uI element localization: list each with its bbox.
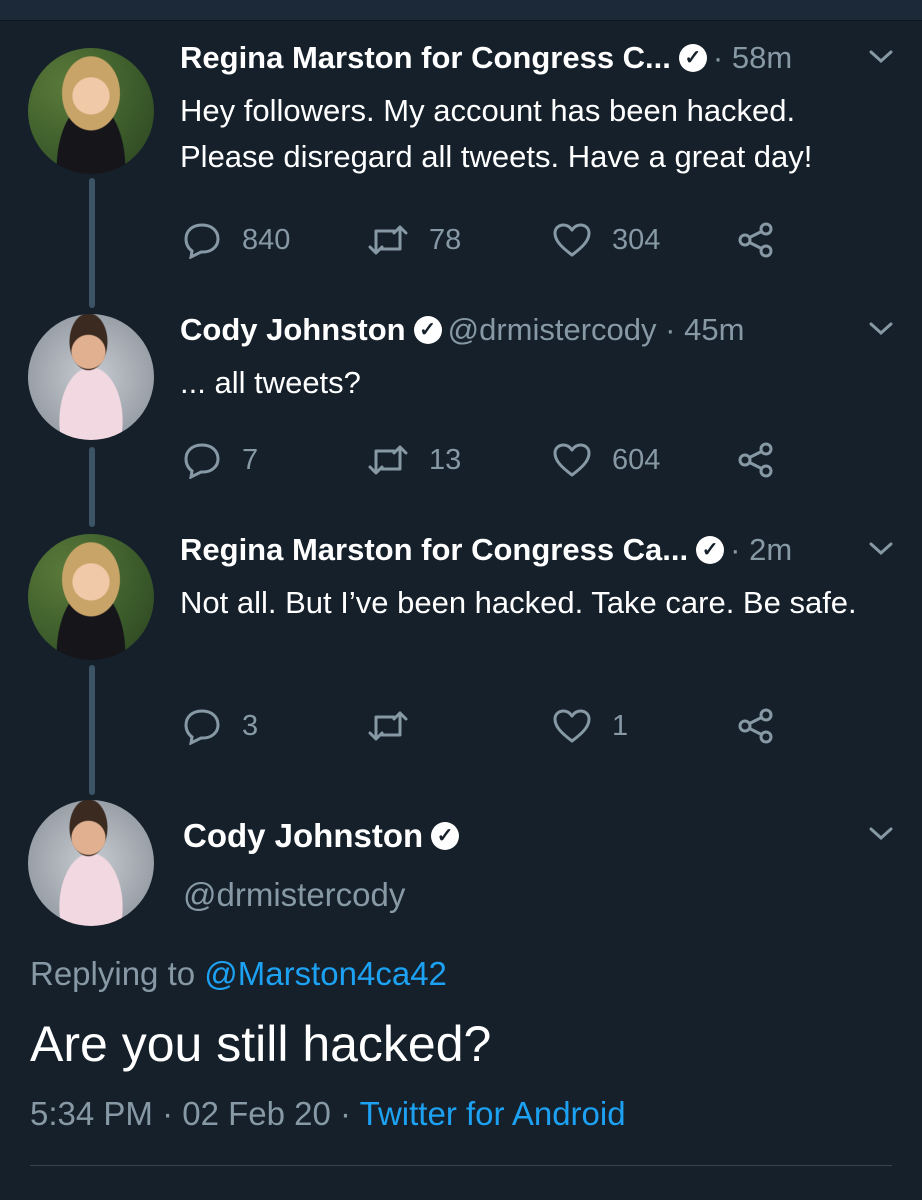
- retweet-button[interactable]: 13: [367, 440, 461, 480]
- like-icon: [553, 443, 591, 477]
- verified-icon: ✓: [678, 43, 707, 72]
- separator: ·: [730, 532, 741, 567]
- separator: ·: [665, 312, 676, 347]
- chevron-down-icon[interactable]: [868, 825, 894, 843]
- like-button[interactable]: 604: [552, 440, 660, 480]
- main-handle[interactable]: @drmistercody: [183, 876, 405, 914]
- verified-icon: ✓: [696, 535, 725, 564]
- retweet-button[interactable]: [367, 706, 429, 746]
- reply-icon: [184, 223, 220, 259]
- timestamp[interactable]: 2m: [749, 532, 792, 567]
- retweet-count: 78: [429, 223, 462, 256]
- share-icon: [738, 442, 773, 478]
- reply-count: 840: [242, 223, 291, 256]
- tweet-text: Hey followers. My account has been hacke…: [180, 93, 813, 174]
- tweet-actions: 7 13 604: [182, 440, 802, 480]
- like-count: 1: [612, 709, 629, 742]
- avatar[interactable]: [28, 48, 154, 174]
- like-count: 604: [612, 443, 661, 476]
- display-name[interactable]: Regina Marston for Congress C...: [180, 40, 671, 75]
- retweet-button[interactable]: 78: [367, 220, 461, 260]
- tweet[interactable]: Regina Marston for Congress Ca... ✓ · 2m N…: [0, 492, 922, 772]
- like-icon: [553, 223, 591, 257]
- tweet-actions: 3 1: [182, 706, 802, 746]
- chevron-down-icon[interactable]: [868, 540, 894, 558]
- avatar[interactable]: [28, 534, 154, 660]
- timestamp[interactable]: 58m: [732, 40, 792, 75]
- tweet-text: ... all tweets?: [180, 365, 361, 400]
- tweet-actions: 840 78 304: [182, 220, 802, 260]
- share-button[interactable]: [737, 706, 795, 746]
- reply-button[interactable]: 840: [182, 220, 290, 260]
- handle[interactable]: @drmistercody: [448, 312, 657, 347]
- tweet-header: Regina Marston for Congress C... ✓ · 58m: [180, 40, 792, 76]
- replying-to-link[interactable]: @Marston4ca42: [204, 955, 447, 992]
- display-name[interactable]: Regina Marston for Congress Ca...: [180, 532, 688, 567]
- timestamp[interactable]: 45m: [684, 312, 744, 347]
- tweet-header: Cody Johnston ✓ @drmistercody · 45m: [180, 312, 744, 348]
- reply-icon: [184, 443, 220, 479]
- share-button[interactable]: [737, 220, 795, 260]
- verified-icon: ✓: [431, 822, 460, 851]
- tweet-text: Not all. But I’ve been hacked. Take care…: [180, 585, 857, 620]
- avatar[interactable]: [28, 314, 154, 440]
- reply-button[interactable]: 3: [182, 706, 258, 746]
- display-name[interactable]: Cody Johnston: [183, 817, 423, 854]
- replying-to: Replying to @Marston4ca42: [30, 955, 447, 993]
- chevron-down-icon[interactable]: [868, 48, 894, 66]
- divider: [30, 1165, 892, 1166]
- replying-prefix: Replying to: [30, 955, 196, 992]
- tweet-date: 02 Feb 20: [182, 1095, 331, 1132]
- tweet-header: Regina Marston for Congress Ca... ✓ · 2m: [180, 532, 792, 568]
- reply-count: 3: [242, 709, 259, 742]
- like-button[interactable]: 1: [552, 706, 628, 746]
- retweet-icon: [368, 711, 408, 741]
- chevron-down-icon[interactable]: [868, 320, 894, 338]
- separator: ·: [162, 1095, 174, 1132]
- share-icon: [738, 222, 773, 258]
- tweet[interactable]: Regina Marston for Congress C... ✓ · 58m H…: [0, 0, 922, 300]
- tweet-meta: 5:34 PM · 02 Feb 20 · Twitter for Androi…: [30, 1095, 626, 1133]
- reply-icon: [184, 709, 220, 745]
- main-display-name[interactable]: Cody Johnston ✓: [183, 817, 465, 855]
- separator: ·: [340, 1095, 352, 1132]
- verified-icon: ✓: [413, 315, 442, 344]
- avatar[interactable]: [28, 800, 154, 926]
- retweet-count: 13: [429, 443, 462, 476]
- share-button[interactable]: [737, 440, 795, 480]
- reply-count: 7: [242, 443, 259, 476]
- display-name[interactable]: Cody Johnston: [180, 312, 406, 347]
- tweet-time: 5:34 PM: [30, 1095, 153, 1132]
- like-count: 304: [612, 223, 661, 256]
- retweet-icon: [368, 225, 408, 255]
- main-tweet-text: Are you still hacked?: [30, 1016, 492, 1072]
- like-button[interactable]: 304: [552, 220, 660, 260]
- tweet[interactable]: Cody Johnston ✓ @drmistercody · 45m ... al…: [0, 272, 922, 502]
- share-icon: [738, 708, 773, 744]
- reply-button[interactable]: 7: [182, 440, 258, 480]
- client-link[interactable]: Twitter for Android: [360, 1095, 626, 1132]
- separator: ·: [712, 40, 724, 75]
- like-icon: [553, 709, 591, 743]
- retweet-icon: [368, 445, 408, 475]
